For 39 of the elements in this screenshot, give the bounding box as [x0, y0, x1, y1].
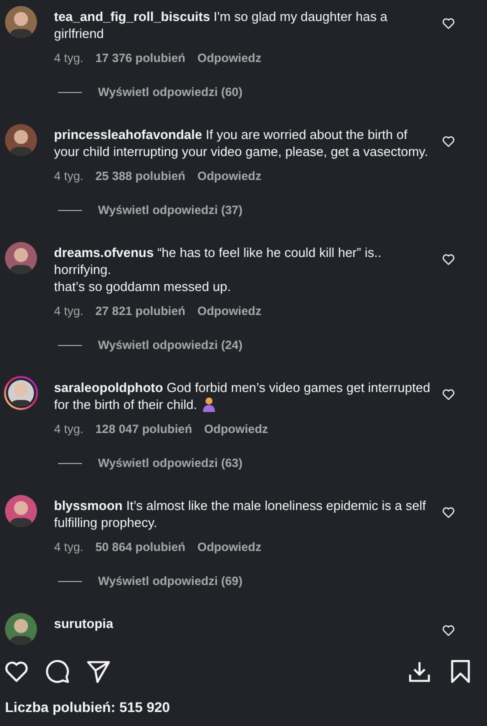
reply-link[interactable]: Odpowiedz [197, 304, 262, 318]
reply-link[interactable]: Odpowiedz [197, 169, 262, 183]
heart-icon[interactable] [442, 253, 455, 266]
person-emoji-icon [201, 396, 218, 412]
view-replies-link[interactable]: Wyświetl odpowiedzi (60) [98, 85, 242, 99]
likes-count[interactable]: 128 047 polubień [95, 422, 192, 436]
heart-icon[interactable] [442, 17, 455, 30]
comment-text: dreams.ofvenus “he has to feel like he could kill her” is.. horrifying. that’s so goddamn messed up. [54, 244, 382, 295]
likes-total: Liczba polubień: 515 920 [5, 699, 171, 715]
likes-count[interactable]: 50 864 polubień [95, 540, 186, 554]
view-replies-link[interactable]: Wyświetl odpowiedzi (24) [98, 338, 242, 352]
heart-icon[interactable] [442, 135, 455, 148]
view-replies-link[interactable]: Wyświetl odpowiedzi (69) [98, 574, 242, 588]
likes-count[interactable]: 27 821 polubień [95, 304, 186, 318]
comment-text: princessleahofavondale If you are worried about the birth of your child interrupting your video game, please, get a vasectomy. [54, 126, 430, 160]
reply-link[interactable]: Odpowiedz [204, 422, 268, 436]
view-replies-link[interactable]: Wyświetl odpowiedzi (63) [98, 456, 242, 470]
comment-text: blyssmoon It’s almost like the male loneliness epidemic is a self fulfilling prophecy. [54, 497, 427, 531]
reply-link[interactable]: Odpowiedz [197, 540, 262, 554]
comment-text: saraleopoldphoto God forbid men’s video games get interrupted for the birth of their child. [54, 379, 432, 413]
comment-time: 4 tyg. [54, 51, 84, 65]
reply-link[interactable]: Odpowiedz [197, 51, 262, 65]
likes-count[interactable]: 17 376 polubień [95, 51, 186, 65]
view-replies-link[interactable]: Wyświetl odpowiedzi (37) [98, 203, 242, 217]
heart-icon[interactable] [4, 659, 29, 684]
comment-time: 4 tyg. [54, 304, 84, 318]
comment-text: tea_and_fig_roll_biscuits I'm so glad my daughter has a girlfriend [54, 8, 388, 42]
comment-time: 4 tyg. [54, 169, 84, 183]
comment-icon[interactable] [45, 659, 70, 684]
bookmark-icon[interactable] [448, 659, 473, 684]
heart-icon[interactable] [442, 624, 455, 637]
comment-text: surutopia [54, 615, 114, 632]
comment-time: 4 tyg. [54, 540, 84, 554]
comment-time: 4 tyg. [54, 422, 84, 436]
download-icon[interactable] [407, 659, 432, 684]
likes-count[interactable]: 25 388 polubień [95, 169, 186, 183]
heart-icon[interactable] [442, 506, 455, 519]
send-icon[interactable] [86, 659, 111, 684]
heart-icon[interactable] [442, 388, 455, 401]
